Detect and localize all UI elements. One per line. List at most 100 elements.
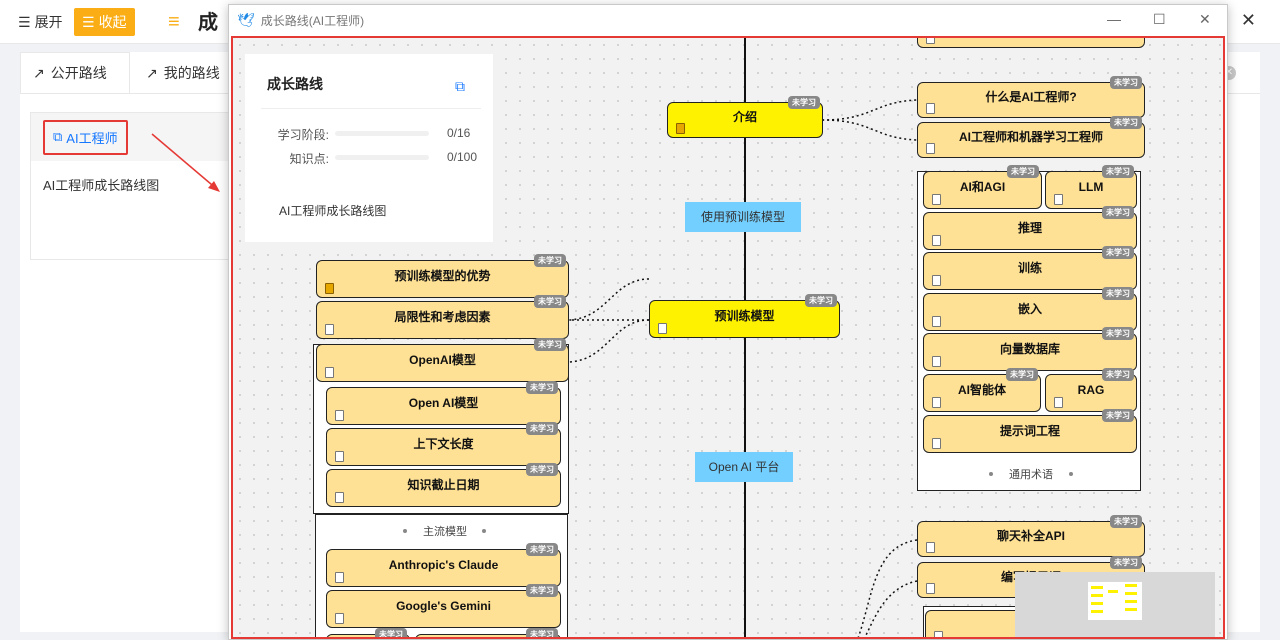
node-claude[interactable]: Anthropic's Claude 未学习 [326, 543, 561, 587]
minimap[interactable] [1015, 572, 1215, 637]
close-icon[interactable]: ✕ [1241, 10, 1256, 31]
topic-openai-platform[interactable]: Open AI 平台 [695, 452, 793, 482]
node-training[interactable]: 训练 未学习 [923, 246, 1137, 290]
minimize-button[interactable]: — [1107, 11, 1121, 27]
node-context-length[interactable]: 上下文长度 未学习 [326, 422, 561, 466]
document-icon [926, 103, 935, 114]
tab-label: 公开路线 [50, 65, 107, 81]
document-icon [926, 542, 935, 553]
node-open-ai-model[interactable]: Open AI模型 未学习 [326, 381, 561, 425]
divider [261, 108, 481, 109]
expand-button[interactable]: ☰ 展开 [10, 8, 71, 36]
document-icon [1054, 194, 1063, 205]
document-icon [932, 275, 941, 286]
points-progress-bar [335, 155, 429, 160]
document-icon [932, 397, 941, 408]
tab-public-routes[interactable]: ↗ 公开路线 [20, 52, 130, 94]
status-badge: 未学习 [1110, 556, 1142, 569]
menu-icon[interactable]: ≡ [160, 8, 188, 36]
node-embedding[interactable]: 嵌入 未学习 [923, 287, 1137, 331]
document-icon [932, 438, 941, 449]
points-progress-row: 知识点: 0/100 [267, 150, 477, 166]
node-gemini[interactable]: Google's Gemini 未学习 [326, 584, 561, 628]
node-limitations[interactable]: 局限性和考虑因素 未学习 [316, 295, 569, 339]
info-panel: 成长路线 ⧉ 学习阶段: 0/16 知识点: 0/100 AI工程师成长路线图 [245, 54, 493, 242]
status-badge: 未学习 [1102, 409, 1134, 422]
status-badge: 未学习 [805, 294, 837, 307]
maximize-button[interactable]: ☐ [1153, 11, 1166, 28]
node-ai-agi[interactable]: AI和AGI 未学习 [923, 165, 1042, 209]
status-badge: 未学习 [526, 381, 558, 394]
document-icon [335, 492, 344, 503]
expand-label: 展开 [34, 14, 63, 30]
external-link-icon[interactable]: ⧉ [455, 78, 465, 95]
document-icon [335, 613, 344, 624]
node-partial-top[interactable] [917, 38, 1145, 48]
status-badge: 未学习 [534, 254, 566, 267]
node-partial[interactable]: 未学习 [326, 628, 410, 637]
node-vector-db[interactable]: 向量数据库 未学习 [923, 327, 1137, 371]
node-rag[interactable]: RAG 未学习 [1045, 368, 1137, 412]
document-icon [325, 367, 334, 378]
document-icon [658, 323, 667, 334]
node-llm[interactable]: LLM 未学习 [1045, 165, 1137, 209]
document-icon [325, 324, 334, 335]
node-prompt-engineering[interactable]: 提示词工程 未学习 [923, 409, 1137, 453]
status-badge: 未学习 [1006, 368, 1038, 381]
window-titlebar[interactable]: 🕊 成长路线(AI工程师) [229, 5, 1227, 35]
list-indent-icon: ☰ [18, 13, 31, 30]
node-partial[interactable]: 未学习 [415, 628, 561, 637]
document-icon [926, 143, 935, 154]
node-knowledge-cutoff[interactable]: 知识截止日期 未学习 [326, 463, 561, 507]
node-ai-vs-ml-engineer[interactable]: AI工程师和机器学习工程师 未学习 [917, 116, 1145, 158]
document-icon [335, 451, 344, 462]
route-link-label: AI工程师 [66, 130, 118, 146]
document-icon [932, 356, 941, 367]
list-outdent-icon: ☰ [82, 13, 95, 30]
stages-value: 0/16 [447, 126, 471, 140]
annotation-arrow [151, 133, 220, 192]
status-badge: 未学习 [1007, 165, 1039, 178]
status-badge: 未学习 [526, 543, 558, 556]
window-close-button[interactable]: ✕ [1199, 11, 1211, 28]
tab-label: 我的路线 [163, 65, 220, 81]
document-icon [325, 283, 334, 294]
document-icon [932, 235, 941, 246]
status-badge: 未学习 [526, 422, 558, 435]
status-badge: 未学习 [534, 295, 566, 308]
points-value: 0/100 [447, 150, 478, 164]
node-openai-models[interactable]: OpenAI模型 未学习 [316, 338, 569, 382]
roadmap-canvas[interactable]: 成长路线 ⧉ 学习阶段: 0/16 知识点: 0/100 AI工程师成长路线图 … [231, 36, 1225, 639]
stages-label: 学习阶段: [277, 128, 329, 142]
node-chat-completion-api[interactable]: 聊天补全API 未学习 [917, 515, 1145, 557]
collapse-button[interactable]: ☰ 收起 [74, 8, 135, 36]
stages-progress-row: 学习阶段: 0/16 [267, 126, 477, 142]
tab-my-routes[interactable]: ↗ 我的路线 [134, 52, 232, 94]
stages-progress-bar [335, 131, 429, 136]
document-icon [932, 194, 941, 205]
document-icon [1054, 397, 1063, 408]
info-description: AI工程师成长路线图 [279, 204, 387, 218]
document-icon [926, 583, 935, 594]
node-what-is-ai-engineer[interactable]: 什么是AI工程师? 未学习 [917, 76, 1145, 118]
external-link-icon: ⧉ [53, 129, 63, 144]
status-badge: 未学习 [1102, 368, 1134, 381]
topic-use-pretrained[interactable]: 使用预训练模型 [685, 202, 801, 232]
document-icon [926, 38, 935, 44]
node-inference[interactable]: 推理 未学习 [923, 206, 1137, 250]
status-badge: 未学习 [1102, 165, 1134, 178]
bird-logo-icon: 🕊 [237, 11, 255, 28]
document-icon [335, 410, 344, 421]
status-badge: 未学习 [526, 463, 558, 476]
document-icon [676, 123, 685, 134]
info-title: 成长路线 [267, 76, 323, 92]
node-pretrained-models[interactable]: 预训练模型 未学习 [649, 294, 840, 338]
status-badge: 未学习 [788, 96, 820, 109]
page-title: 成 [198, 12, 218, 34]
node-advantages[interactable]: 预训练模型的优势 未学习 [316, 254, 569, 298]
window-title: 成长路线(AI工程师) [260, 13, 365, 28]
node-intro[interactable]: 介绍 未学习 [667, 96, 823, 138]
route-link[interactable]: ⧉ AI工程师 [43, 119, 128, 155]
status-badge: 未学习 [1102, 246, 1134, 259]
node-ai-agents[interactable]: AI智能体 未学习 [923, 368, 1041, 412]
